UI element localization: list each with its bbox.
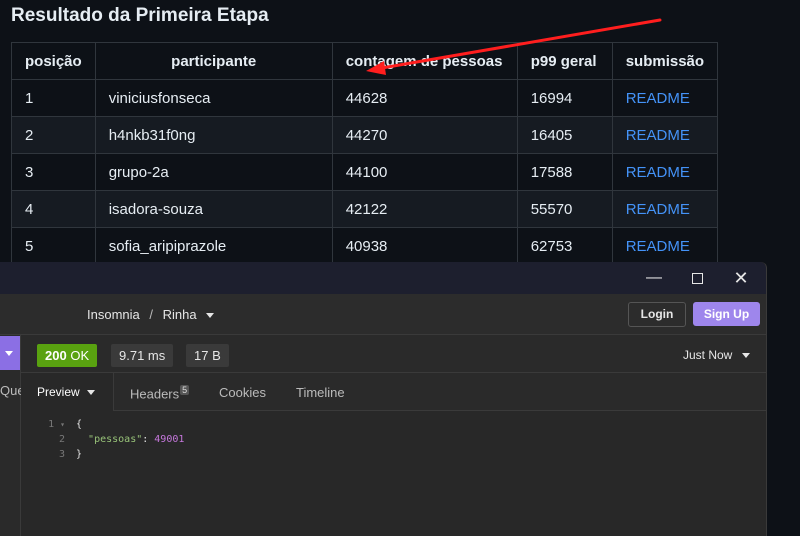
- code-line: {: [76, 419, 83, 430]
- history-label: Just Now: [683, 348, 733, 362]
- page-title: Resultado da Primeira Etapa: [11, 5, 269, 26]
- cell-p99: 16405: [516, 116, 613, 154]
- json-key: "pessoas": [88, 434, 143, 445]
- cell-count: 42122: [331, 190, 518, 228]
- close-icon: ✕: [733, 268, 749, 288]
- cell-submission: README: [611, 153, 719, 191]
- line-number: 2: [58, 434, 65, 445]
- tab-headers-label: Headers: [130, 386, 180, 402]
- response-tabs: Preview Headers 5 Cookies Timeline: [21, 373, 766, 411]
- cell-p99: 55570: [516, 190, 613, 228]
- maximize-icon: [691, 273, 703, 284]
- minimize-icon: —: [646, 269, 662, 286]
- cell-participant: h4nkb31f0ng: [94, 116, 333, 154]
- breadcrumb[interactable]: Insomnia / Rinha: [87, 307, 215, 322]
- response-size: 17 B: [186, 344, 229, 367]
- tab-cookies[interactable]: Cookies: [219, 385, 266, 400]
- cell-count: 44270: [331, 116, 518, 154]
- cell-submission: README: [611, 79, 719, 117]
- cell-submission: README: [611, 227, 719, 265]
- fold-icon: ▾: [60, 420, 65, 429]
- cell-position: 2: [11, 116, 96, 154]
- table-row: 2 h4nkb31f0ng 44270 16405 README: [11, 116, 719, 154]
- cell-participant: sofia_aripiprazole: [94, 227, 333, 265]
- cell-p99: 16994: [516, 79, 613, 117]
- response-body-editor[interactable]: 1 ▾ { 2 "pessoas": 49001 3 }: [21, 411, 766, 536]
- cell-count: 40938: [331, 227, 518, 265]
- line-number: 3: [58, 449, 65, 460]
- tab-headers[interactable]: Headers 5: [130, 385, 190, 402]
- signup-button[interactable]: Sign Up: [693, 302, 760, 326]
- cell-count: 44628: [331, 79, 518, 117]
- insomnia-window: — ✕ Insomnia / Rinha Login Sign Up Que 2…: [0, 262, 767, 536]
- table-row: 3 grupo-2a 44100 17588 README: [11, 153, 719, 191]
- response-status-bar: 200 OK 9.71 ms 17 B Just Now: [21, 335, 766, 373]
- cell-p99: 17588: [516, 153, 613, 191]
- readme-link[interactable]: README: [626, 164, 690, 181]
- minimize-button[interactable]: —: [642, 266, 666, 290]
- cell-p99: 62753: [516, 227, 613, 265]
- cell-submission: README: [611, 190, 719, 228]
- login-button[interactable]: Login: [628, 302, 686, 327]
- header-submission: submissão: [611, 42, 719, 80]
- history-dropdown[interactable]: Just Now: [683, 348, 750, 362]
- cell-participant: grupo-2a: [94, 153, 333, 191]
- header-position: posição: [11, 42, 96, 80]
- readme-link[interactable]: README: [626, 201, 690, 218]
- cell-participant: isadora-souza: [94, 190, 333, 228]
- status-badge: 200 OK: [37, 344, 98, 367]
- app-header: Insomnia / Rinha Login Sign Up: [0, 294, 766, 335]
- status-code: 200: [45, 348, 67, 363]
- cell-count: 44100: [331, 153, 518, 191]
- method-dropdown-button[interactable]: [0, 336, 20, 370]
- response-time: 9.71 ms: [111, 344, 174, 367]
- cell-position: 5: [11, 227, 96, 265]
- close-button[interactable]: ✕: [729, 266, 753, 290]
- table-row: 5 sofia_aripiprazole 40938 62753 README: [11, 227, 719, 265]
- header-participant: participante: [94, 42, 333, 80]
- cell-position: 4: [11, 190, 96, 228]
- cell-position: 1: [11, 79, 96, 117]
- tab-preview-label: Preview: [37, 385, 80, 399]
- header-p99: p99 geral: [516, 42, 613, 80]
- cell-position: 3: [11, 153, 96, 191]
- tab-timeline[interactable]: Timeline: [296, 385, 345, 400]
- breadcrumb-separator: /: [149, 307, 153, 322]
- code-line: "pessoas": 49001: [88, 434, 185, 445]
- cell-submission: README: [611, 116, 719, 154]
- chevron-down-icon: [5, 351, 13, 356]
- chevron-down-icon: [87, 390, 95, 395]
- readme-link[interactable]: README: [626, 127, 690, 144]
- readme-link[interactable]: README: [626, 238, 690, 255]
- line-number: 1 ▾: [48, 419, 65, 430]
- readme-link[interactable]: README: [626, 90, 690, 107]
- tab-preview[interactable]: Preview: [21, 373, 114, 411]
- cell-participant: viniciusfonseca: [94, 79, 333, 117]
- chevron-down-icon: [206, 313, 215, 319]
- chevron-down-icon: [741, 353, 750, 359]
- json-value: 49001: [154, 434, 185, 445]
- table-row: 4 isadora-souza 42122 55570 README: [11, 190, 719, 228]
- headers-count-badge: 5: [180, 385, 190, 395]
- header-count: contagem de pessoas: [331, 42, 518, 80]
- status-text: OK: [70, 348, 90, 363]
- table-header-row: posição participante contagem de pessoas…: [11, 42, 719, 80]
- table-row: 1 viniciusfonseca 44628 16994 README: [11, 79, 719, 117]
- maximize-button[interactable]: [685, 266, 709, 290]
- results-table: posição participante contagem de pessoas…: [11, 42, 719, 265]
- breadcrumb-app: Insomnia: [87, 307, 140, 322]
- breadcrumb-collection: Rinha: [162, 307, 197, 322]
- code-line: }: [76, 449, 83, 460]
- title-bar: — ✕: [0, 262, 766, 294]
